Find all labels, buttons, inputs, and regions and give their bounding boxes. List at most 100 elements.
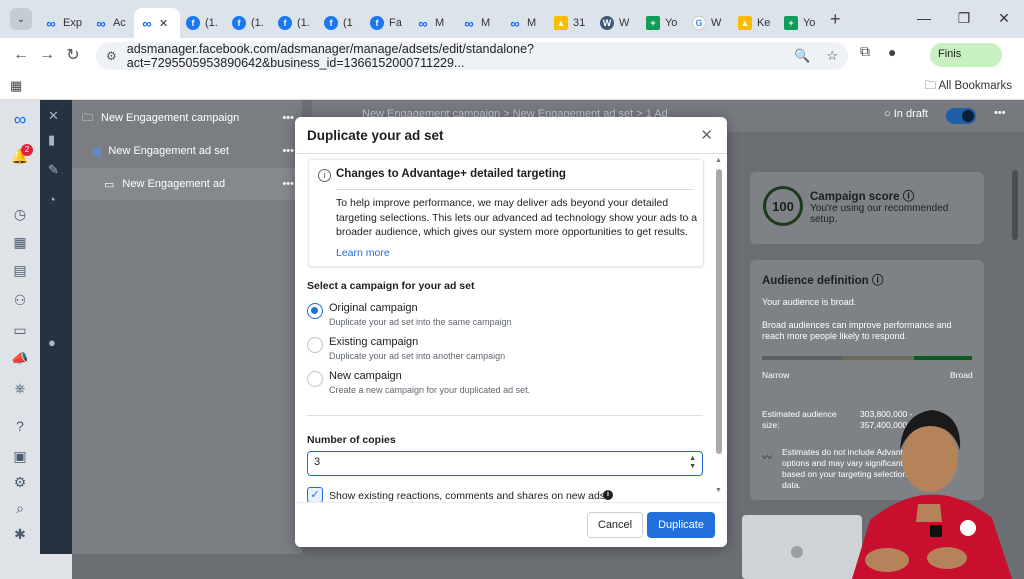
more-options-icon[interactable]: •••: [282, 178, 294, 190]
close-tab-icon[interactable]: ✕: [159, 17, 168, 30]
minimize-icon[interactable]: —: [904, 0, 944, 36]
advantage-targeting-notice: i Changes to Advantage+ detailed targeti…: [308, 159, 704, 267]
dashboard-gauge-icon[interactable]: ◷: [11, 206, 29, 224]
tree-adset-row[interactable]: ▦ New Engagement ad set •••: [72, 135, 302, 167]
duplicate-button[interactable]: Duplicate: [647, 512, 715, 538]
help-icon[interactable]: ?: [11, 418, 29, 436]
cancel-button[interactable]: Cancel: [587, 512, 643, 538]
billing-card-icon[interactable]: ▭: [11, 322, 29, 340]
finish-update-button[interactable]: Finis: [930, 43, 1002, 67]
browser-tab[interactable]: ∞ M: [456, 8, 502, 38]
ad-icon: ▭: [104, 178, 115, 191]
campaigns-table-icon[interactable]: ▦: [11, 234, 29, 252]
page-scrollbar[interactable]: [1012, 170, 1018, 240]
browser-tab[interactable]: f (1: [318, 8, 364, 38]
editor-tool-rail: ✕ ▮ ✎ ◔ ●: [40, 100, 72, 554]
browser-tab[interactable]: WW: [594, 8, 640, 38]
scroll-down-icon[interactable]: ▼: [715, 487, 722, 494]
more-options-icon[interactable]: •••: [282, 112, 294, 124]
bookmark-star-icon[interactable]: ☆: [826, 48, 838, 64]
zoom-icon[interactable]: 🔍: [794, 48, 810, 64]
info-icon[interactable]: i: [603, 490, 613, 500]
close-icon[interactable]: ✕: [700, 126, 713, 144]
campaign-score-ring: 100: [763, 186, 803, 226]
apps-grid-icon[interactable]: ▦: [10, 78, 22, 94]
profile-avatar-icon[interactable]: ●: [888, 44, 896, 60]
info-icon[interactable]: ●: [48, 335, 56, 350]
number-of-copies-input[interactable]: [314, 456, 654, 468]
forward-icon[interactable]: →: [34, 46, 60, 64]
new-tab-button[interactable]: +: [830, 9, 841, 30]
browser-tab[interactable]: ∞ Exp: [38, 8, 88, 38]
header-more-icon[interactable]: •••: [994, 107, 1006, 119]
browser-tab[interactable]: ∞ M: [410, 8, 456, 38]
close-editor-icon[interactable]: ✕: [48, 108, 59, 124]
info-icon[interactable]: ⓘ: [872, 275, 884, 287]
number-of-copies-label: Number of copies: [307, 434, 396, 446]
address-bar[interactable]: ⚙ adsmanager.facebook.com/adsmanager/man…: [96, 42, 848, 70]
browser-tab-active[interactable]: ∞ ✕: [133, 8, 180, 38]
scrollbar-thumb[interactable]: [716, 169, 722, 454]
reload-icon[interactable]: ↻: [60, 45, 86, 65]
number-of-copies-field[interactable]: ▲▼: [307, 451, 703, 476]
chart-icon[interactable]: ▮: [48, 132, 55, 148]
meta-icon: ∞: [96, 15, 106, 31]
notification-badge: 2: [21, 144, 33, 156]
browser-tab[interactable]: ▲ 31: [548, 8, 594, 38]
close-window-icon[interactable]: ✕: [984, 0, 1024, 36]
notice-body: To help improve performance, we may deli…: [336, 197, 698, 238]
history-clock-icon[interactable]: ◔: [48, 192, 56, 207]
facebook-icon: f: [231, 16, 246, 30]
site-settings-icon[interactable]: ⚙: [106, 49, 117, 63]
dialog-scrollbar[interactable]: ▲ ▼: [715, 157, 722, 497]
ad-on-off-toggle[interactable]: [946, 108, 976, 124]
all-bookmarks-button[interactable]: 🗀 All Bookmarks: [924, 78, 1012, 97]
learn-more-link[interactable]: Learn more: [336, 247, 390, 259]
events-manager-icon[interactable]: ⎈: [11, 380, 29, 398]
option-new-campaign[interactable]: New campaign Create a new campaign for y…: [307, 369, 687, 401]
browser-tab[interactable]: f (1.: [180, 8, 226, 38]
divider: [307, 415, 703, 416]
meta-logo-icon[interactable]: ∞: [11, 110, 29, 129]
ads-reporting-megaphone-icon[interactable]: 📣: [11, 350, 29, 368]
browser-tab[interactable]: f Fa: [364, 8, 410, 38]
browser-tab[interactable]: ∞ M: [502, 8, 548, 38]
tree-campaign-row[interactable]: 🗀 New Engagement campaign •••: [72, 102, 302, 134]
settings-gear-icon[interactable]: ⚙: [11, 474, 29, 492]
dialog-footer: Cancel Duplicate: [295, 502, 727, 547]
radio-selected[interactable]: [307, 303, 323, 319]
more-options-icon[interactable]: •••: [282, 145, 294, 157]
browser-tab[interactable]: ▲ Ke: [732, 8, 778, 38]
scroll-up-icon[interactable]: ▲: [715, 157, 722, 164]
option-original-campaign[interactable]: Original campaign Duplicate your ad set …: [307, 301, 687, 333]
window-controls: — ❐ ✕: [904, 0, 1024, 36]
meta-icon: ∞: [510, 15, 520, 31]
bug-report-icon[interactable]: ✱: [11, 526, 29, 544]
radio-unselected[interactable]: [307, 371, 323, 387]
tree-ad-row[interactable]: ▭ New Engagement ad •••: [72, 168, 302, 200]
info-icon[interactable]: ⓘ: [903, 191, 915, 203]
browser-tab[interactable]: GW: [686, 8, 732, 38]
show-reactions-checkbox[interactable]: ✓: [307, 487, 323, 503]
facebook-icon: f: [323, 16, 338, 30]
browser-tab[interactable]: f (1.: [272, 8, 318, 38]
browser-tab[interactable]: + Yo: [778, 8, 824, 38]
business-icon[interactable]: ▣: [11, 448, 29, 466]
edit-pencil-icon[interactable]: ✎: [48, 162, 59, 178]
audiences-icon[interactable]: ⚇: [11, 292, 29, 310]
back-icon[interactable]: ←: [8, 46, 34, 64]
tab-search-button[interactable]: ⌄: [10, 8, 32, 30]
info-icon: i: [318, 169, 331, 182]
notifications-bell-icon[interactable]: 🔔 2: [11, 144, 33, 166]
extensions-icon[interactable]: ⧉: [860, 43, 870, 60]
search-icon[interactable]: ⌕: [11, 500, 29, 518]
restore-icon[interactable]: ❐: [944, 0, 984, 36]
url-text: adsmanager.facebook.com/adsmanager/manag…: [126, 42, 534, 70]
option-existing-campaign[interactable]: Existing campaign Duplicate your ad set …: [307, 335, 687, 367]
browser-tab[interactable]: f (1.: [226, 8, 272, 38]
pages-icon[interactable]: ▤: [11, 262, 29, 280]
browser-tab[interactable]: ∞ Ac: [88, 8, 134, 38]
browser-tab[interactable]: + Yo: [640, 8, 686, 38]
radio-unselected[interactable]: [307, 337, 323, 353]
quantity-stepper[interactable]: ▲ ▼: [689, 455, 696, 471]
